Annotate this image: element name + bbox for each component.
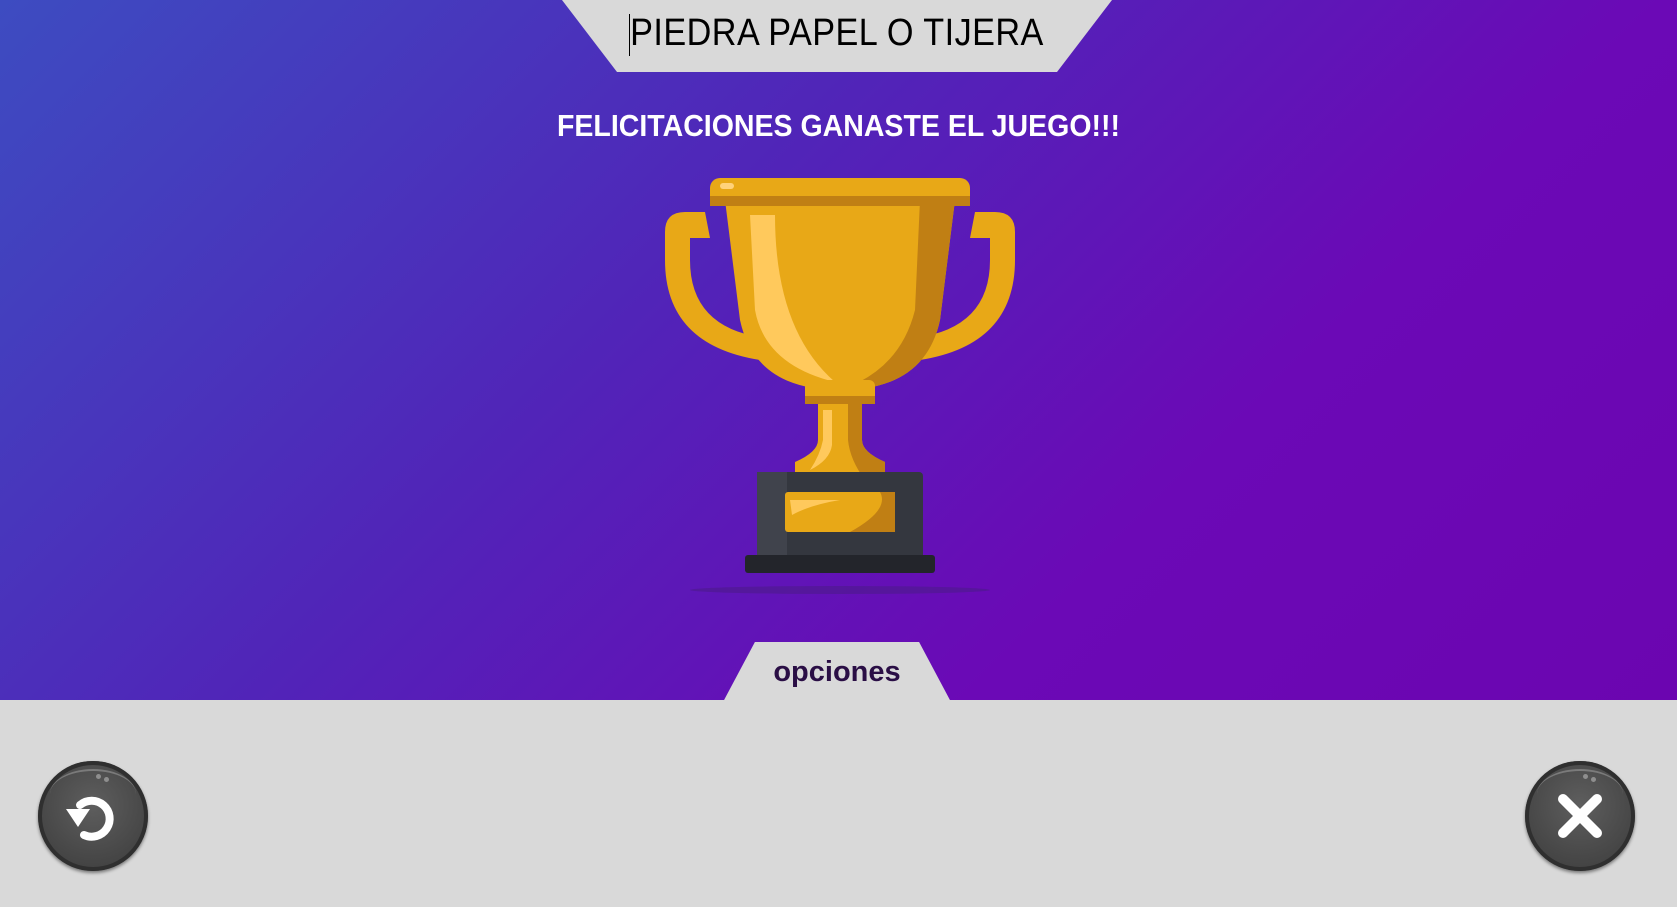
options-tab-label: opciones	[773, 656, 901, 688]
restart-icon	[66, 796, 114, 841]
button-highlight-dot	[1583, 774, 1588, 779]
game-screen: PIEDRA PAPEL O TIJERA FELICITACIONES GAN…	[0, 0, 1677, 907]
close-icon	[1558, 794, 1602, 838]
game-title: PIEDRA PAPEL O TIJERA	[630, 12, 1044, 54]
button-highlight-dot	[96, 774, 101, 779]
text-cursor	[629, 14, 630, 56]
options-panel	[0, 700, 1677, 907]
trophy-icon	[665, 178, 1015, 594]
restart-button[interactable]	[38, 761, 148, 871]
close-button[interactable]	[1525, 761, 1635, 871]
win-message: FELICITACIONES GANASTE EL JUEGO!!!	[556, 108, 1121, 143]
